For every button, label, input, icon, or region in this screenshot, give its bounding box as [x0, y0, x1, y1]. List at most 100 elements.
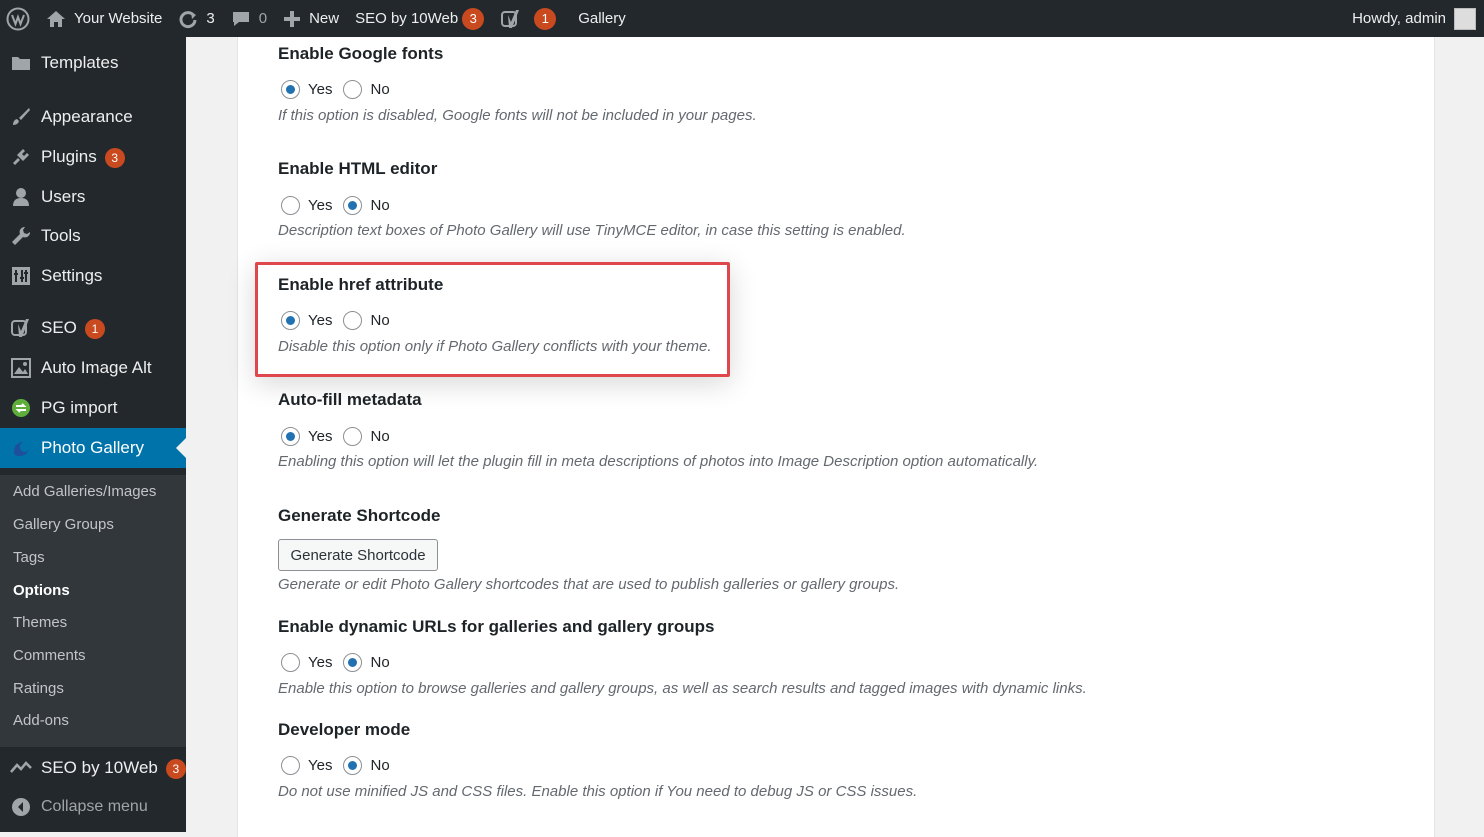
new-content-link[interactable]: New: [275, 0, 347, 37]
option-desc-dynamic-urls: Enable this option to browse galleries a…: [278, 680, 1087, 697]
radio-href-attribute-yes[interactable]: [281, 311, 300, 330]
radio-label-yes[interactable]: Yes: [308, 428, 332, 445]
plugins-count-badge: 3: [104, 147, 125, 168]
avatar: [1454, 7, 1476, 30]
menu-label: Tools: [41, 226, 81, 245]
photo-gallery-icon: [10, 437, 32, 459]
seo-10web-count-badge: 3: [165, 758, 186, 779]
user-icon: [10, 186, 32, 208]
radio-group-href-attribute: Yes No: [281, 311, 401, 330]
option-title-dynamic-urls: Enable dynamic URLs for galleries and ga…: [278, 617, 715, 636]
menu-item-pg-import[interactable]: PG import: [0, 388, 186, 428]
site-name-link[interactable]: Your Website: [38, 0, 170, 37]
radio-label-no[interactable]: No: [370, 312, 389, 329]
menu-label: Collapse menu: [41, 798, 148, 815]
menu-label: Appearance: [41, 107, 133, 126]
option-desc-html-editor: Description text boxes of Photo Gallery …: [278, 222, 906, 239]
my-account[interactable]: Howdy, admin: [1344, 0, 1484, 37]
option-desc-auto-fill-metadata: Enabling this option will let the plugin…: [278, 453, 1039, 470]
seo-10web-link[interactable]: SEO by 10Web 3: [347, 0, 492, 37]
option-title-html-editor: Enable HTML editor: [278, 159, 438, 178]
menu-item-plugins[interactable]: Plugins 3: [0, 137, 186, 177]
seo-count-badge: 3: [462, 7, 485, 30]
menu-item-templates[interactable]: Templates: [0, 43, 186, 83]
collapse-icon: [10, 796, 32, 818]
comment-icon: [231, 10, 251, 28]
page-scrollbar[interactable]: [1465, 37, 1484, 832]
menu-label: Settings: [41, 266, 103, 285]
menu-item-seo[interactable]: SEO 1: [0, 308, 186, 348]
yoast-count-badge: 1: [534, 7, 557, 30]
radio-label-yes[interactable]: Yes: [308, 312, 332, 329]
photo-gallery-submenu: Add Galleries/Images Gallery Groups Tags…: [0, 475, 186, 747]
gallery-link[interactable]: Gallery: [564, 0, 634, 37]
radio-google-fonts-yes[interactable]: [281, 80, 300, 99]
radio-group-html-editor: Yes No: [281, 196, 401, 215]
submenu-add-galleries[interactable]: Add Galleries/Images: [13, 483, 156, 500]
menu-item-auto-image-alt[interactable]: Auto Image Alt: [0, 348, 186, 388]
radio-developer-mode-no[interactable]: [343, 756, 363, 775]
menu-item-tools[interactable]: Tools: [0, 216, 186, 256]
submenu-tags[interactable]: Tags: [13, 549, 45, 566]
radio-auto-fill-no[interactable]: [343, 427, 363, 446]
image-alt-icon: [10, 357, 32, 379]
yoast-icon: [500, 8, 522, 30]
seo-10web-icon: [10, 757, 32, 779]
radio-label-yes[interactable]: Yes: [308, 81, 332, 98]
menu-label: SEO: [41, 317, 77, 337]
paintbrush-icon: [10, 106, 32, 128]
submenu-add-ons[interactable]: Add-ons: [13, 712, 69, 729]
site-name: Your Website: [74, 10, 163, 27]
updates-count: 3: [206, 10, 215, 27]
menu-item-seo-10web[interactable]: SEO by 10Web 3: [0, 748, 186, 788]
menu-item-users[interactable]: Users: [0, 177, 186, 217]
submenu-ratings[interactable]: Ratings: [13, 680, 64, 697]
radio-href-attribute-no[interactable]: [343, 311, 363, 330]
comments-link[interactable]: 0: [223, 0, 275, 37]
plug-icon: [10, 146, 32, 168]
comments-count: 0: [258, 10, 268, 27]
option-desc-google-fonts: If this option is disabled, Google fonts…: [278, 107, 757, 124]
radio-label-yes[interactable]: Yes: [308, 197, 332, 214]
menu-label: Photo Gallery: [41, 438, 144, 457]
radio-google-fonts-no[interactable]: [343, 80, 363, 99]
refresh-icon: [178, 9, 198, 29]
wordpress-logo[interactable]: [0, 0, 38, 37]
radio-auto-fill-yes[interactable]: [281, 427, 300, 446]
submenu-comments[interactable]: Comments: [13, 647, 86, 664]
submenu-themes[interactable]: Themes: [13, 614, 67, 631]
option-title-google-fonts: Enable Google fonts: [278, 44, 444, 63]
yoast-icon: [10, 317, 32, 339]
radio-label-no[interactable]: No: [370, 654, 389, 671]
menu-item-photo-gallery[interactable]: Photo Gallery: [0, 428, 186, 468]
menu-label: Templates: [41, 53, 119, 72]
option-desc-generate-shortcode: Generate or edit Photo Gallery shortcode…: [278, 576, 900, 593]
radio-dynamic-urls-yes[interactable]: [281, 653, 300, 672]
wrench-icon: [10, 225, 32, 247]
submenu-options[interactable]: Options: [13, 582, 70, 599]
radio-label-no[interactable]: No: [370, 757, 389, 774]
radio-developer-mode-yes[interactable]: [281, 756, 300, 775]
radio-html-editor-no[interactable]: [343, 196, 363, 215]
radio-dynamic-urls-no[interactable]: [343, 653, 363, 672]
radio-label-yes[interactable]: Yes: [308, 757, 332, 774]
radio-label-no[interactable]: No: [370, 428, 389, 445]
updates-link[interactable]: 3: [170, 0, 222, 37]
collapse-menu-button[interactable]: Collapse menu: [0, 787, 186, 827]
folder-icon: [10, 52, 32, 74]
radio-label-no[interactable]: No: [370, 81, 389, 98]
yoast-link[interactable]: 1: [492, 0, 564, 37]
radio-label-yes[interactable]: Yes: [308, 654, 332, 671]
menu-item-settings[interactable]: Settings: [0, 256, 186, 296]
wordpress-icon: [6, 7, 30, 30]
submenu-gallery-groups[interactable]: Gallery Groups: [13, 516, 114, 533]
radio-label-no[interactable]: No: [370, 197, 389, 214]
menu-label: SEO by 10Web: [41, 757, 158, 777]
menu-label-wrap: SEO 1: [41, 318, 105, 339]
generate-shortcode-button[interactable]: Generate Shortcode: [278, 539, 438, 571]
new-label: New: [309, 10, 340, 27]
plus-icon: [283, 10, 301, 28]
menu-item-appearance[interactable]: Appearance: [0, 97, 186, 137]
radio-html-editor-yes[interactable]: [281, 196, 300, 215]
options-panel: [237, 37, 1435, 837]
